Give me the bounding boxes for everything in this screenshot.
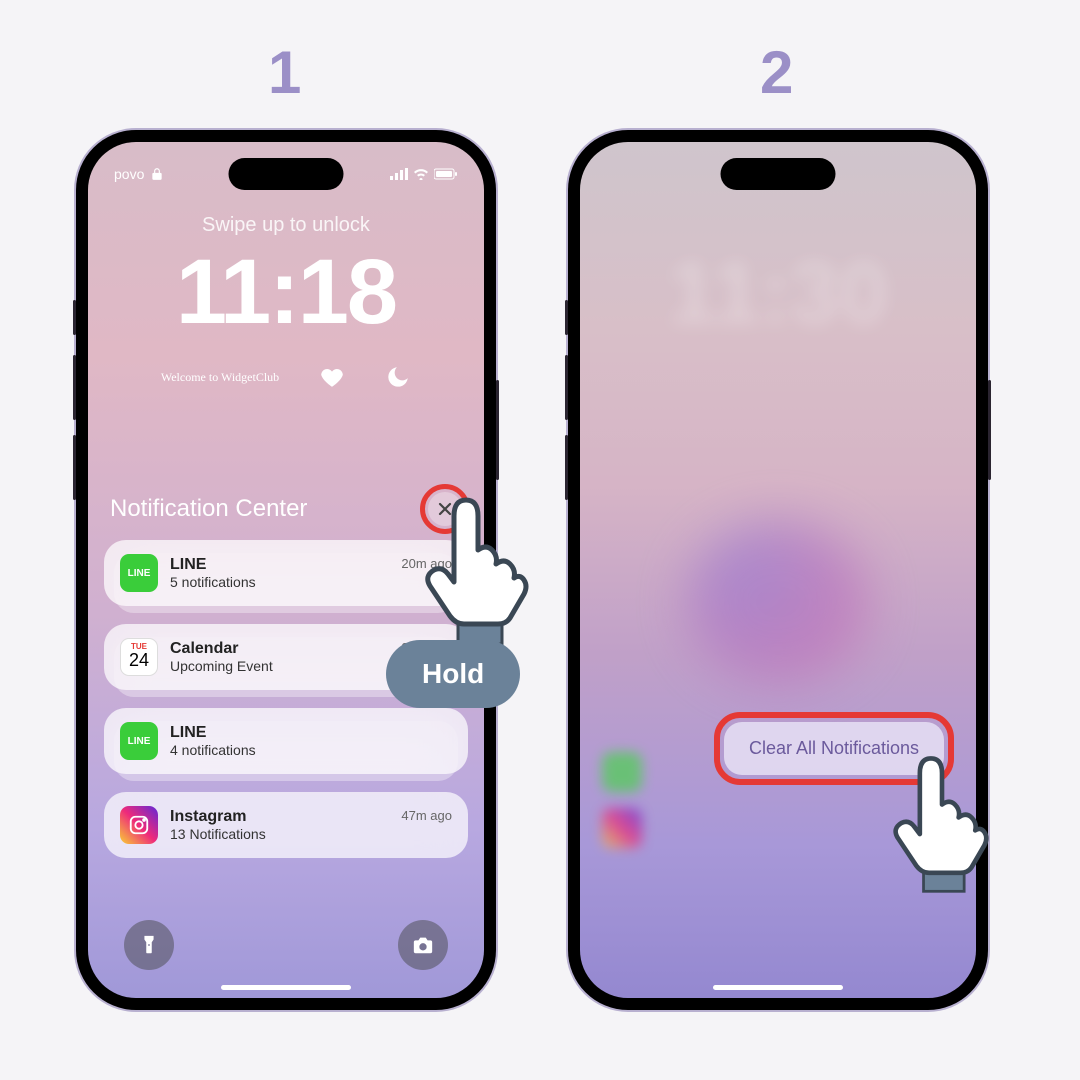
flashlight-icon	[138, 934, 160, 956]
notification-subtitle: 5 notifications	[170, 574, 389, 590]
swipe-up-hint: Swipe up to unlock	[88, 214, 484, 237]
widget-welcome-text: Welcome to WidgetClub	[161, 370, 279, 385]
notification-subtitle: 4 notifications	[170, 742, 440, 758]
heart-icon[interactable]	[319, 364, 345, 390]
notification-center-title: Notification Center	[110, 495, 307, 523]
signal-icon	[390, 168, 408, 180]
calendar-app-icon: TUE 24	[120, 638, 158, 676]
moon-icon[interactable]	[385, 364, 411, 390]
close-icon	[438, 502, 452, 516]
lock-screen-widgets[interactable]: Welcome to WidgetClub	[88, 364, 484, 390]
line-app-icon: LINE	[120, 554, 158, 592]
camera-icon	[412, 934, 434, 956]
step-number-2: 2	[760, 38, 793, 107]
blurred-instagram-icon	[602, 808, 642, 848]
blurred-wallpaper-heart	[688, 522, 868, 682]
carrier-label: povo	[114, 166, 144, 182]
highlight-box: Clear All Notifications	[714, 712, 954, 785]
lock-screen-clock: 11:18	[88, 240, 484, 345]
camera-button[interactable]	[398, 920, 448, 970]
home-indicator[interactable]	[221, 985, 351, 990]
lock-screen[interactable]: povo Swipe up to unlock 11:18 Welcome to…	[88, 142, 484, 998]
phone-1: povo Swipe up to unlock 11:18 Welcome to…	[76, 130, 496, 1010]
notification-time: 20m ago	[401, 556, 452, 571]
lock-screen-blurred[interactable]: 11:30 Clear All Notifications	[580, 142, 976, 998]
notification-app-name: Calendar	[170, 640, 389, 658]
instagram-app-icon	[120, 806, 158, 844]
notification-app-name: LINE	[170, 724, 440, 742]
dynamic-island	[229, 158, 344, 190]
hold-gesture-label: Hold	[386, 640, 520, 708]
blurred-line-icon	[602, 752, 642, 792]
notification-app-name: Instagram	[170, 808, 389, 826]
phone-2: 11:30 Clear All Notifications	[568, 130, 988, 1010]
notification-subtitle: Upcoming Event	[170, 658, 389, 674]
notification-app-name: LINE	[170, 556, 389, 574]
wifi-icon	[413, 168, 429, 180]
blurred-clock: 11:30	[580, 242, 976, 344]
clear-all-notifications-button[interactable]: Clear All Notifications	[724, 722, 944, 775]
flashlight-button[interactable]	[124, 920, 174, 970]
step-number-1: 1	[268, 38, 301, 107]
lock-icon	[150, 167, 164, 181]
notification-item[interactable]: Instagram 13 Notifications 47m ago	[104, 792, 468, 858]
clear-notifications-button[interactable]	[428, 492, 462, 526]
notification-time: 47m ago	[401, 808, 452, 823]
battery-icon	[434, 168, 458, 180]
notification-subtitle: 13 Notifications	[170, 826, 389, 842]
line-app-icon: LINE	[120, 722, 158, 760]
dynamic-island	[721, 158, 836, 190]
notification-item[interactable]: LINE LINE 4 notifications	[104, 708, 468, 774]
notification-item[interactable]: LINE LINE 5 notifications 20m ago	[104, 540, 468, 606]
home-indicator[interactable]	[713, 985, 843, 990]
